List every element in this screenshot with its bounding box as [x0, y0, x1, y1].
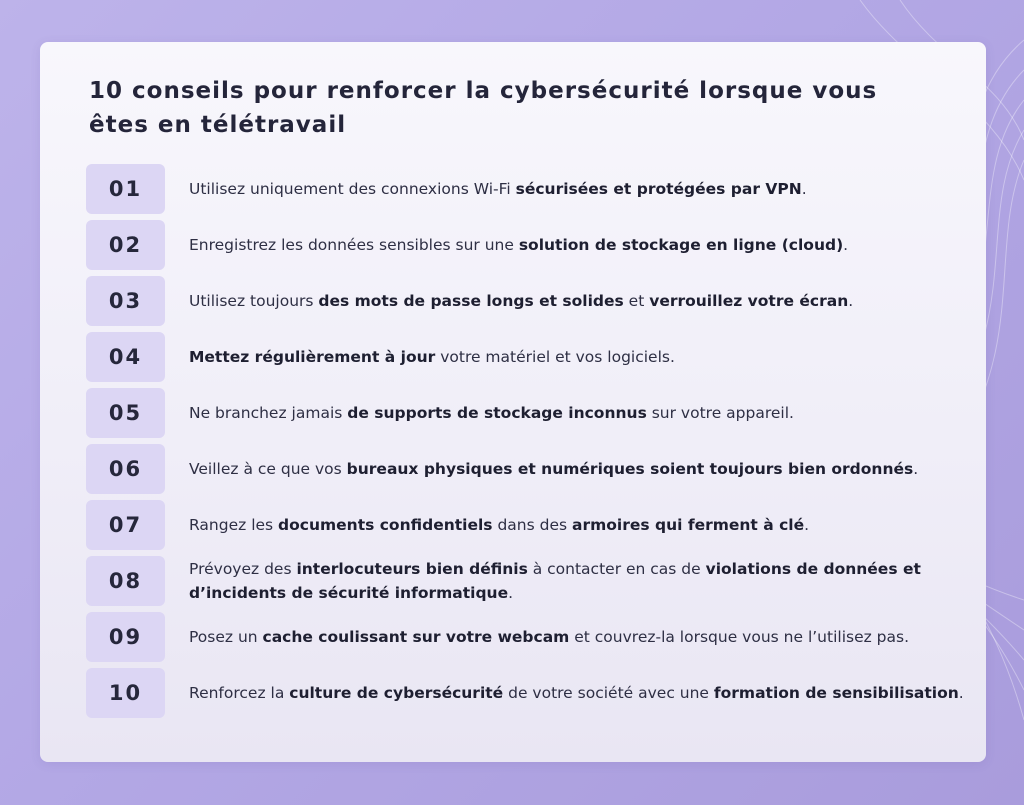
tip-text-segment: Utilisez uniquement des connexions Wi-Fi: [189, 180, 516, 198]
tip-text-segment: votre matériel et vos logiciels.: [435, 348, 675, 366]
tip-text-segment: Renforcez la: [189, 684, 290, 702]
tip-number-badge: 08: [86, 556, 165, 606]
tip-text: Veillez à ce que vos bureaux physiques e…: [189, 444, 974, 494]
tip-number-badge: 09: [86, 612, 165, 662]
tip-text-segment: .: [843, 236, 849, 254]
tip-text-segment: Enregistrez les données sensibles sur un…: [189, 236, 519, 254]
tip-text-segment: .: [801, 180, 807, 198]
tip-text: Prévoyez des interlocuteurs bien définis…: [189, 556, 974, 606]
tip-text-bold: verrouillez votre écran: [649, 292, 849, 310]
tip-item: 03 Utilisez toujours des mots de passe l…: [86, 276, 976, 332]
tip-item: 05 Ne branchez jamais de supports de sto…: [86, 388, 976, 444]
tip-text: Ne branchez jamais de supports de stocka…: [189, 388, 974, 438]
tip-text-segment: et: [623, 292, 650, 310]
tip-item: 01 Utilisez uniquement des connexions Wi…: [86, 164, 976, 220]
tip-number-badge: 05: [86, 388, 165, 438]
tip-number-badge: 04: [86, 332, 165, 382]
tip-text-bold: solution de stockage en ligne (cloud): [518, 236, 844, 254]
tip-text-segment: de votre société avec une: [503, 684, 714, 702]
tip-text-bold: des mots de passe longs et solides: [318, 292, 624, 310]
tip-item: 09 Posez un cache coulissant sur votre w…: [86, 612, 976, 668]
tip-text-bold: culture de cybersécurité: [289, 684, 504, 702]
tip-item: 06 Veillez à ce que vos bureaux physique…: [86, 444, 976, 500]
tip-number-badge: 01: [86, 164, 165, 214]
page-title: 10 conseils pour renforcer la cybersécur…: [89, 78, 878, 138]
tip-text-segment: Utilisez toujours: [189, 292, 319, 310]
tip-text-segment: .: [913, 460, 919, 478]
tip-text-bold: de supports de stockage inconnus: [347, 404, 647, 422]
tip-text-bold: bureaux physiques et numériques soient t…: [346, 460, 914, 478]
tip-number-badge: 03: [86, 276, 165, 326]
tip-text-segment: .: [804, 516, 810, 534]
tip-text-bold: formation de sensibilisation: [713, 684, 959, 702]
tip-text: Posez un cache coulissant sur votre webc…: [189, 612, 974, 662]
tip-number-badge: 02: [86, 220, 165, 270]
tip-text-segment: .: [508, 584, 514, 602]
tip-text-segment: Veillez à ce que vos: [189, 460, 347, 478]
tip-text-bold: interlocuteurs bien définis: [296, 560, 528, 578]
tip-text-segment: Ne branchez jamais: [189, 404, 348, 422]
tip-text-segment: Rangez les: [189, 516, 279, 534]
tip-text-segment: .: [848, 292, 854, 310]
tip-item: 02 Enregistrez les données sensibles sur…: [86, 220, 976, 276]
tip-item: 07 Rangez les documents confidentiels da…: [86, 500, 976, 556]
tip-item: 08 Prévoyez des interlocuteurs bien défi…: [86, 556, 976, 612]
tip-text: Utilisez uniquement des connexions Wi-Fi…: [189, 164, 974, 214]
tip-text-segment: à contacter en cas de: [527, 560, 706, 578]
tip-text: Utilisez toujours des mots de passe long…: [189, 276, 974, 326]
tip-text: Rangez les documents confidentiels dans …: [189, 500, 974, 550]
tip-text-segment: Posez un: [189, 628, 263, 646]
tip-item: 04 Mettez régulièrement à jour votre mat…: [86, 332, 976, 388]
tip-text-segment: sur votre appareil.: [646, 404, 794, 422]
tip-text-bold: cache coulissant sur votre webcam: [262, 628, 570, 646]
tip-number-badge: 07: [86, 500, 165, 550]
tip-text-segment: Prévoyez des: [189, 560, 297, 578]
tip-text-bold: Mettez régulièrement à jour: [189, 348, 436, 366]
tip-text: Renforcez la culture de cybersécurité de…: [189, 668, 974, 718]
tip-number-badge: 06: [86, 444, 165, 494]
tip-number-badge: 10: [86, 668, 165, 718]
tip-text: Enregistrez les données sensibles sur un…: [189, 220, 974, 270]
tip-text: Mettez régulièrement à jour votre matéri…: [189, 332, 974, 382]
tip-text-segment: .: [958, 684, 964, 702]
tips-list: 01 Utilisez uniquement des connexions Wi…: [86, 164, 976, 724]
tip-text-bold: sécurisées et protégées par VPN: [515, 180, 802, 198]
tip-text-segment: dans des: [492, 516, 572, 534]
tip-text-bold: armoires qui ferment à clé: [572, 516, 805, 534]
tip-text-bold: documents confidentiels: [278, 516, 493, 534]
tip-text-segment: et couvrez-la lorsque vous ne l’utilisez…: [569, 628, 910, 646]
tip-item: 10 Renforcez la culture de cybersécurité…: [86, 668, 976, 724]
